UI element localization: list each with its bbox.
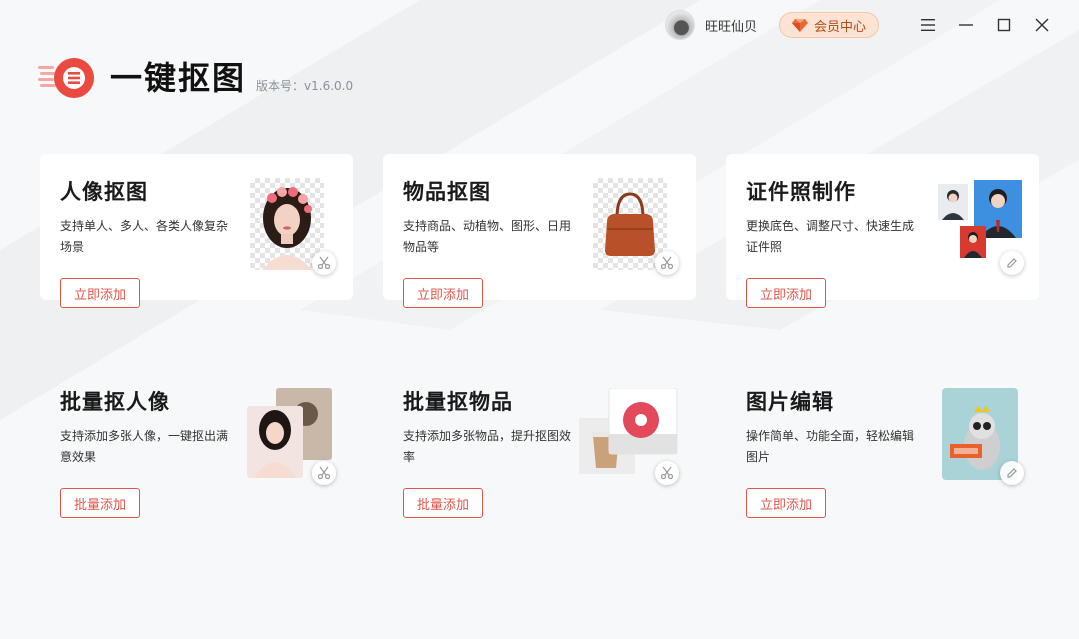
- menu-button[interactable]: [909, 10, 947, 40]
- app-version: 版本号：v1.6.0.0: [256, 79, 354, 93]
- batch-add-object-button[interactable]: 批量添加: [403, 488, 483, 518]
- minimize-button[interactable]: [947, 10, 985, 40]
- add-id-photo-button[interactable]: 立即添加: [746, 278, 826, 308]
- card-description: 更换底色、调整尺寸、快速生成证件照: [746, 219, 915, 254]
- card-description: 支持商品、动植物、图形、日用物品等: [403, 219, 572, 254]
- pencil-icon: [1000, 461, 1024, 485]
- scissors-icon: [312, 461, 336, 485]
- card-description: 支持单人、多人、各类人像复杂场景: [60, 219, 229, 254]
- add-image-edit-button[interactable]: 立即添加: [746, 488, 826, 518]
- close-icon: [1035, 18, 1049, 32]
- app-title: 一键抠图: [110, 59, 247, 97]
- card-object-cutout[interactable]: 物品抠图 支持商品、动植物、图形、日用物品等 立即添加: [383, 154, 696, 308]
- add-object-button[interactable]: 立即添加: [403, 278, 483, 308]
- card-title: 图片编辑: [746, 390, 834, 414]
- card-image-edit[interactable]: 图片编辑 操作简单、功能全面，轻松编辑图片 立即添加: [726, 364, 1039, 518]
- vip-center-label: 会员中心: [813, 19, 866, 35]
- gem-icon: [791, 18, 808, 32]
- card-title: 物品抠图: [403, 180, 491, 204]
- card-portrait-cutout[interactable]: 人像抠图 支持单人、多人、各类人像复杂场景 立即添加: [40, 154, 353, 308]
- add-portrait-button[interactable]: 立即添加: [60, 278, 140, 308]
- pencil-icon: [1000, 251, 1024, 275]
- maximize-icon: [997, 18, 1011, 32]
- menu-icon: [921, 19, 935, 31]
- card-batch-portrait[interactable]: 批量抠人像 支持添加多张人像，一键抠出满意效果 批量添加: [40, 364, 353, 518]
- username[interactable]: 旺旺仙贝: [705, 16, 757, 35]
- title-bar: 旺旺仙贝 会员中心: [664, 0, 1079, 50]
- card-description: 操作简单、功能全面，轻松编辑图片: [746, 429, 915, 464]
- logo-mark-icon: [38, 58, 94, 98]
- card-description: 支持添加多张人像，一键抠出满意效果: [60, 429, 229, 464]
- card-description: 支持添加多张物品，提升抠图效率: [403, 429, 572, 464]
- scissors-icon: [655, 461, 679, 485]
- id-photo-thumbnail: [938, 180, 1022, 258]
- batch-add-portrait-button[interactable]: 批量添加: [60, 488, 140, 518]
- user-avatar[interactable]: [664, 10, 695, 40]
- card-title: 人像抠图: [60, 180, 148, 204]
- scissors-icon: [655, 251, 679, 275]
- close-button[interactable]: [1023, 10, 1061, 40]
- card-title: 批量抠人像: [60, 390, 170, 414]
- card-title: 证件照制作: [746, 180, 856, 204]
- card-batch-object[interactable]: 批量抠物品 支持添加多张物品，提升抠图效率 批量添加: [383, 364, 696, 518]
- card-id-photo[interactable]: 证件照制作 更换底色、调整尺寸、快速生成证件照 立即添加: [726, 154, 1039, 308]
- maximize-button[interactable]: [985, 10, 1023, 40]
- vip-center-button[interactable]: 会员中心: [778, 12, 879, 38]
- card-title: 批量抠物品: [403, 390, 513, 414]
- app-logo: 一键抠图 版本号：v1.6.0.0: [38, 56, 353, 100]
- minimize-icon: [959, 24, 973, 26]
- scissors-icon: [312, 251, 336, 275]
